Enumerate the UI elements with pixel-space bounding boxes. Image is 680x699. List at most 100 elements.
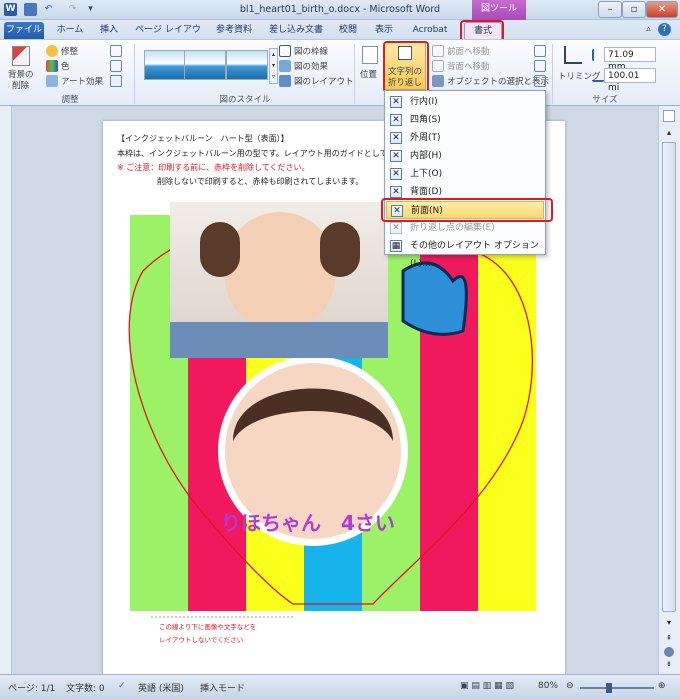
photo-face-placeholder: [225, 212, 335, 332]
change-picture-icon[interactable]: [110, 60, 122, 72]
wrap-top-bottom-icon: ✕: [390, 168, 402, 180]
wrap-text-menu: ✕ 行内(I) ✕ 四角(S) ✕ 外周(T) ✕ 内部(H) ✕ 上下(O) ✕ 背面(D…: [384, 90, 546, 269]
artistic-effects-icon: [46, 75, 58, 87]
picture-border-icon: [279, 45, 291, 57]
tab-page-layout[interactable]: ページ レイアウト: [132, 22, 204, 51]
help-icon[interactable]: ?: [658, 23, 671, 36]
remove-background-icon: [12, 46, 30, 66]
wrap-through-icon: ✕: [390, 150, 402, 162]
photo-hair-right: [320, 222, 360, 277]
insert-mode-indicator[interactable]: 挿入モード: [200, 681, 245, 694]
rotate-icon[interactable]: [534, 75, 546, 87]
position-icon: [362, 46, 378, 64]
zoom-slider-thumb[interactable]: [606, 683, 612, 693]
separator: [354, 44, 355, 104]
reset-picture-icon[interactable]: [110, 75, 122, 87]
wrap-square-icon: ✕: [390, 114, 402, 126]
picture-effects-button[interactable]: 図の効果: [279, 59, 359, 73]
wrap-behind-text-icon: ✕: [390, 186, 402, 198]
scroll-down-icon[interactable]: ▾: [663, 618, 675, 630]
child-name-caption: りほちゃん 4さい: [221, 511, 395, 535]
zoom-out-icon[interactable]: ⊖: [566, 681, 574, 691]
picture-layout-button[interactable]: 図のレイアウト: [279, 74, 359, 88]
tab-file[interactable]: ファイル: [4, 22, 44, 39]
tab-insert[interactable]: 挿入: [94, 22, 124, 39]
wrap-square-item[interactable]: ✕ 四角(S): [386, 111, 544, 129]
next-page-icon[interactable]: ⇟: [663, 660, 675, 671]
selection-pane-icon: [432, 75, 444, 87]
separator: [552, 44, 553, 104]
window-title: bl1_heart01_birth_o.docx - Microsoft Wor…: [239, 4, 441, 15]
crop-icon: [564, 46, 582, 64]
width-field[interactable]: 100.01 mi: [604, 68, 656, 93]
align-icon[interactable]: [534, 45, 546, 57]
view-buttons[interactable]: ▣ ▤ ▥ ▦ ▧: [460, 681, 514, 691]
picture-styles-group-label: 図のスタイル: [219, 95, 271, 105]
tab-references[interactable]: 参考資料: [210, 22, 258, 39]
color-button[interactable]: 色: [46, 59, 112, 73]
ribbon-tabs: ファイル ホーム 挿入 ページ レイアウト 参考資料 差し込み文書 校閲 表示 …: [0, 20, 680, 51]
separator: [134, 44, 135, 104]
wrap-tight-item[interactable]: ✕ 外周(T): [386, 129, 544, 147]
more-layout-options-item[interactable]: ▦ その他のレイアウト オプション(L)...: [386, 237, 544, 269]
height-field[interactable]: 71.09 mm: [604, 47, 656, 72]
browse-object-icon[interactable]: [664, 647, 674, 657]
tab-view[interactable]: 表示: [370, 22, 398, 39]
styles-gallery-scroll[interactable]: ▴ ▾ ▿: [269, 48, 278, 84]
page-count[interactable]: ページ: 1/1: [8, 681, 55, 694]
minimize-ribbon-icon[interactable]: ▵: [642, 23, 655, 36]
vertical-ruler: [0, 106, 12, 674]
width-icon: [592, 70, 604, 82]
doc-footnote-2: レイアウトしないでください: [159, 636, 244, 644]
compress-pictures-icon[interactable]: [110, 45, 122, 57]
close-button[interactable]: ✕: [646, 1, 678, 18]
send-backward-button[interactable]: 背面へ移動: [432, 59, 532, 73]
position-button[interactable]: 位置: [358, 44, 382, 90]
status-bar: ページ: 1/1 文字数: 0 ✓ 英語 (米国) 挿入モード ▣ ▤ ▥ ▦ …: [0, 674, 680, 699]
picture-style-3[interactable]: [226, 50, 268, 80]
wrap-tight-icon: ✕: [390, 132, 402, 144]
photo-hair-left: [200, 222, 240, 277]
ribbon: 背景の 削除 修整 色 アート効果 調整 ▴ ▾ ▿ 図の枠線 図の効果 図のレイア…: [0, 39, 680, 106]
vertical-scrollbar[interactable]: ▴ ▾ ⇞ ⇟: [658, 106, 680, 674]
tab-mailings[interactable]: 差し込み文書: [264, 22, 328, 39]
remove-background-button[interactable]: 背景の 削除: [4, 44, 38, 91]
word-count[interactable]: 文字数: 0: [66, 681, 105, 694]
ruler-toggle-icon[interactable]: [663, 110, 675, 122]
sun-icon: [46, 45, 58, 57]
size-group-label: サイズ: [592, 95, 618, 105]
wrap-inline-icon: ✕: [390, 96, 402, 108]
in-front-of-text-highlight: [381, 198, 553, 222]
zoom-slider[interactable]: [580, 683, 654, 693]
previous-page-icon[interactable]: ⇞: [663, 634, 675, 645]
picture-style-1[interactable]: [144, 50, 186, 80]
bring-forward-icon: [432, 45, 444, 57]
corrections-button[interactable]: 修整: [46, 44, 112, 58]
edit-wrap-points-icon: ✕: [390, 222, 402, 234]
language-indicator[interactable]: 英語 (米国): [138, 681, 184, 694]
picture-style-2[interactable]: [184, 50, 226, 80]
minimize-button[interactable]: –: [598, 1, 622, 18]
crop-button[interactable]: トリミング: [556, 44, 601, 90]
picture-effects-icon: [279, 60, 291, 72]
adjust-group-label: 調整: [61, 95, 79, 105]
proofing-icon[interactable]: ✓: [118, 681, 126, 691]
tab-home[interactable]: ホーム: [52, 22, 88, 39]
scroll-thumb[interactable]: [662, 142, 676, 612]
color-palette-icon: [46, 60, 58, 72]
selected-child-photo[interactable]: [170, 202, 388, 358]
maximize-button[interactable]: ▫: [622, 1, 646, 18]
wrap-through-item[interactable]: ✕ 内部(H): [386, 147, 544, 165]
tab-review[interactable]: 校閲: [334, 22, 362, 39]
wrap-inline-item[interactable]: ✕ 行内(I): [386, 93, 544, 111]
tab-acrobat[interactable]: Acrobat: [408, 22, 452, 39]
zoom-level[interactable]: 80%: [538, 681, 558, 691]
group-icon[interactable]: [534, 60, 546, 72]
scroll-up-icon[interactable]: ▴: [663, 128, 675, 140]
wrap-top-bottom-item[interactable]: ✕ 上下(O): [386, 165, 544, 183]
wrap-text-highlight: [383, 41, 429, 93]
zoom-in-icon[interactable]: ⊕: [658, 681, 666, 691]
picture-border-button[interactable]: 図の枠線: [279, 44, 359, 58]
bring-forward-button[interactable]: 前面へ移動: [432, 44, 532, 58]
more-layout-options-icon: ▦: [390, 240, 402, 252]
